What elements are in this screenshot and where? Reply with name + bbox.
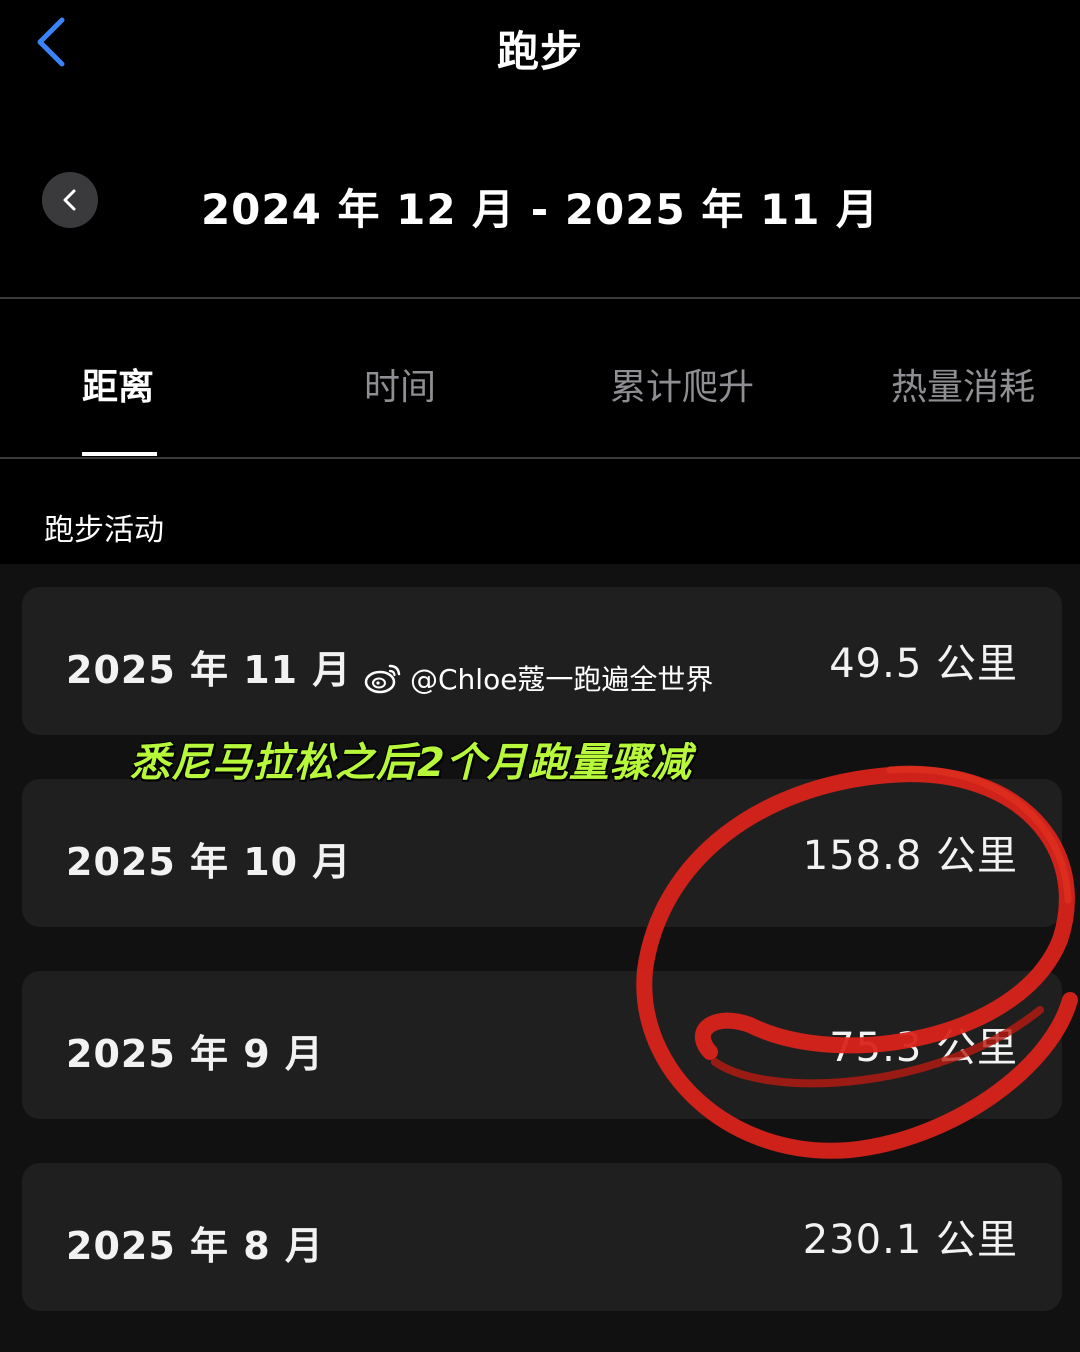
page-title: 跑步	[496, 27, 583, 76]
metric-tabs: 距离 时间 累计爬升 热量消耗	[0, 300, 1080, 457]
distance-value: 230.1 公里	[802, 1217, 1018, 1263]
section-title: 跑步活动	[44, 513, 164, 548]
distance-value: 158.8 公里	[802, 833, 1018, 879]
nav-bar: 跑步	[0, 0, 1080, 92]
tab-elevation-gain[interactable]: 累计爬升	[610, 358, 754, 410]
watermark-text: @Chloe蔻一跑遍全世界	[410, 663, 714, 696]
tab-calories[interactable]: 热量消耗	[891, 358, 1035, 410]
annotation-text: 悉尼马拉松之后2个月跑量骤减	[130, 740, 692, 786]
divider	[0, 297, 1080, 299]
watermark: @Chloe蔻一跑遍全世界	[364, 660, 713, 696]
divider	[0, 457, 1080, 459]
month-label: 2025 年 11 月	[66, 648, 352, 692]
month-label: 2025 年 10 月	[66, 840, 352, 884]
list-item[interactable]: 2025 年 9 月 75.3 公里	[22, 971, 1062, 1119]
distance-value: 49.5 公里	[829, 641, 1018, 687]
tab-distance[interactable]: 距离	[82, 358, 154, 410]
period-selector: 2024 年 12 月 - 2025 年 11 月	[0, 150, 1080, 250]
month-label: 2025 年 9 月	[66, 1032, 324, 1076]
period-label: 2024 年 12 月 - 2025 年 11 月	[200, 185, 880, 234]
tab-time[interactable]: 时间	[364, 358, 436, 410]
month-label: 2025 年 8 月	[66, 1224, 324, 1268]
list-item[interactable]: 2025 年 10 月 158.8 公里	[22, 779, 1062, 927]
distance-value: 75.3 公里	[829, 1025, 1018, 1071]
list-item[interactable]: 2025 年 8 月 230.1 公里	[22, 1163, 1062, 1311]
active-tab-indicator	[82, 452, 157, 456]
weibo-icon	[364, 664, 401, 694]
